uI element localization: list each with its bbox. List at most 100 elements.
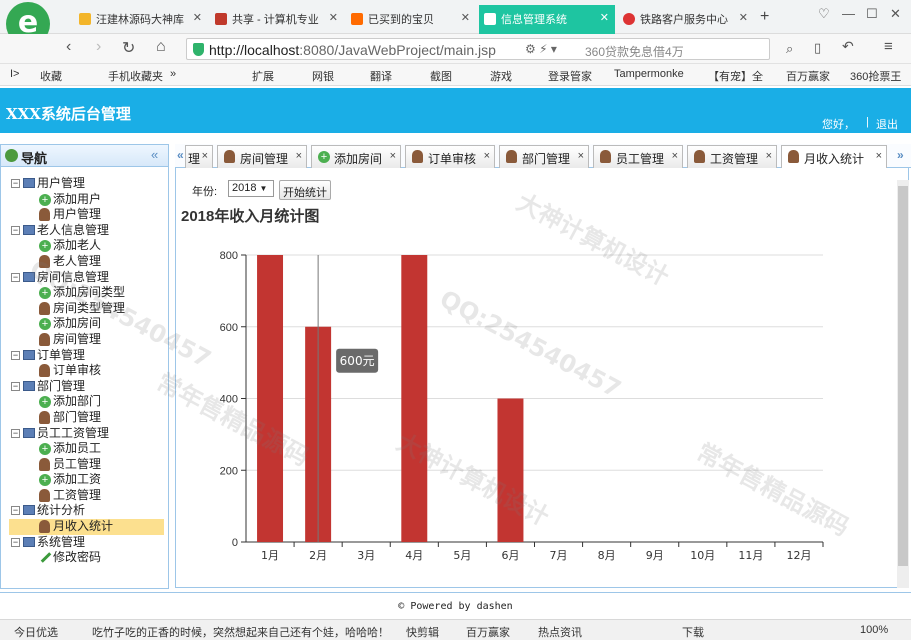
tab-dept-manage[interactable]: 部门管理 × (499, 145, 589, 168)
nav-group-system[interactable]: − 系统管理 (9, 535, 164, 551)
close-icon[interactable]: × (876, 150, 882, 162)
browser-tab[interactable]: 已买到的宝贝 ✕ (346, 5, 476, 34)
bookmark-toggle-icon[interactable]: I> (10, 68, 19, 80)
bookmark-item[interactable]: 截图 (430, 68, 452, 84)
collapse-toggle-icon[interactable]: − (11, 381, 20, 391)
status-item[interactable]: 百万赢家 (466, 624, 510, 640)
nav-item-add-room[interactable]: + 添加房间 (9, 316, 164, 332)
status-item[interactable]: 热点资讯 (538, 624, 582, 640)
tab-salary-manage[interactable]: 工资管理 × (687, 145, 777, 168)
close-icon[interactable]: ✕ (739, 11, 748, 24)
collapse-toggle-icon[interactable]: − (11, 272, 20, 282)
status-news[interactable]: 吃竹子吃的正香的时候，突然想起来自己还有个娃，哈哈哈！ (92, 624, 388, 640)
status-zoom[interactable]: 100% (860, 624, 888, 636)
close-icon[interactable]: ✕ (193, 11, 202, 24)
bookmark-item[interactable]: 手机收藏夹 (108, 68, 163, 84)
bookmark-item[interactable]: 翻译 (370, 68, 392, 84)
new-tab-icon[interactable]: + (760, 8, 769, 26)
browser-tab[interactable]: 铁路客户服务中心 ✕ (618, 5, 754, 34)
start-stat-button[interactable]: 开始统计 (279, 180, 331, 200)
back-icon[interactable]: ‹ (66, 38, 71, 56)
tab-monthly-income[interactable]: 月收入统计 × (781, 145, 887, 169)
nav-item-salary-manage[interactable]: 工资管理 (9, 488, 164, 504)
chevron-right-icon[interactable]: » (170, 68, 176, 80)
close-icon[interactable]: ✕ (329, 11, 338, 24)
url-input[interactable]: http://localhost:8080/JavaWebProject/mai… (186, 38, 770, 60)
bookmark-item[interactable]: 360抢票王 (850, 68, 901, 84)
status-item[interactable]: 下载 (682, 624, 704, 640)
close-icon[interactable]: × (202, 150, 208, 162)
tab-order-review[interactable]: 订单审核 × (405, 145, 495, 168)
bookmark-item[interactable]: 登录管家 (548, 68, 592, 84)
collapse-toggle-icon[interactable]: − (11, 428, 20, 438)
collapse-toggle-icon[interactable]: − (11, 225, 20, 235)
nav-item-user-manage[interactable]: 用户管理 (9, 207, 164, 223)
tab-employee-manage[interactable]: 员工管理 × (593, 145, 683, 168)
bookmark-item[interactable]: 扩展 (252, 68, 274, 84)
bookmark-item[interactable]: 收藏 (40, 68, 62, 84)
maximize-icon[interactable]: ☐ (866, 6, 878, 22)
nav-group-dept[interactable]: − 部门管理 (9, 379, 164, 395)
skin-icon[interactable]: ♡ (818, 6, 830, 22)
nav-item-add-elder[interactable]: + 添加老人 (9, 238, 164, 254)
extension-icons[interactable]: ⚙ ⚡ ▾ (525, 42, 557, 56)
bookmark-item[interactable]: 【有宠】全 (708, 68, 763, 84)
collapse-toggle-icon[interactable]: − (11, 506, 20, 516)
address-hint[interactable]: 360贷款免息借4万 (585, 43, 684, 60)
nav-group-elder[interactable]: − 老人信息管理 (9, 223, 164, 239)
vertical-scrollbar[interactable] (897, 180, 909, 588)
close-icon[interactable]: × (766, 150, 772, 162)
nav-item-add-dept[interactable]: + 添加部门 (9, 394, 164, 410)
year-select[interactable]: 2018 ▼ (228, 180, 274, 197)
mobile-icon[interactable]: ▯ (814, 40, 821, 56)
browser-tab-active[interactable]: 信息管理系统 ✕ (479, 5, 615, 35)
nav-item-employee-manage[interactable]: 员工管理 (9, 457, 164, 473)
status-item[interactable]: 快剪辑 (406, 624, 439, 640)
minimize-icon[interactable]: — (842, 6, 855, 21)
nav-group-stats[interactable]: − 统计分析 (9, 503, 164, 519)
nav-item-elder-manage[interactable]: 老人管理 (9, 254, 164, 270)
nav-group-user[interactable]: − 用户管理 (9, 176, 164, 192)
undo-icon[interactable]: ↶ (842, 38, 854, 55)
forward-icon[interactable]: › (96, 38, 101, 56)
bookmark-item[interactable]: Tampermonke (614, 68, 684, 80)
tabs-scroll-right-icon[interactable]: » (897, 148, 904, 162)
collapse-icon[interactable]: « (151, 147, 158, 162)
tabs-scroll-left-icon[interactable]: « (177, 148, 184, 162)
close-icon[interactable]: × (390, 150, 396, 162)
nav-item-add-salary[interactable]: + 添加工资 (9, 472, 164, 488)
nav-item-room-manage[interactable]: 房间管理 (9, 332, 164, 348)
nav-item-add-employee[interactable]: + 添加员工 (9, 441, 164, 457)
collapse-toggle-icon[interactable]: − (11, 350, 20, 360)
nav-group-order[interactable]: − 订单管理 (9, 348, 164, 364)
bookmark-item[interactable]: 百万赢家 (786, 68, 830, 84)
nav-group-room[interactable]: − 房间信息管理 (9, 270, 164, 286)
window-close-icon[interactable]: ✕ (890, 6, 901, 22)
close-icon[interactable]: ✕ (600, 11, 609, 24)
tab-add-room[interactable]: + 添加房间 × (311, 145, 401, 168)
bookmark-item[interactable]: 网银 (312, 68, 334, 84)
refresh-icon[interactable]: ↻ (122, 38, 135, 58)
collapse-toggle-icon[interactable]: − (11, 179, 20, 188)
browser-tab[interactable]: 共享 - 计算机专业 ✕ (210, 5, 344, 34)
close-icon[interactable]: × (672, 150, 678, 162)
scrollbar-thumb[interactable] (898, 186, 908, 566)
nav-item-add-user[interactable]: + 添加用户 (9, 192, 164, 208)
nav-item-change-password[interactable]: 修改密码 (9, 550, 164, 566)
logout-link[interactable]: 退出 (876, 116, 898, 132)
close-icon[interactable]: × (484, 150, 490, 162)
home-icon[interactable]: ⌂ (156, 38, 166, 56)
tab-partial[interactable]: 理 × (185, 145, 213, 168)
nav-item-room-type-manage[interactable]: 房间类型管理 (9, 301, 164, 317)
close-icon[interactable]: ✕ (461, 11, 470, 24)
nav-item-monthly-income[interactable]: 月收入统计 (9, 519, 164, 535)
nav-item-add-room-type[interactable]: + 添加房间类型 (9, 285, 164, 301)
menu-icon[interactable]: ≡ (884, 38, 893, 55)
nav-item-dept-manage[interactable]: 部门管理 (9, 410, 164, 426)
nav-group-salary[interactable]: − 员工工资管理 (9, 426, 164, 442)
browser-tab[interactable]: 汪建林源码大神库 ✕ (74, 5, 208, 34)
search-icon[interactable]: ⌕ (786, 41, 793, 57)
status-item[interactable]: 今日优选 (14, 624, 58, 640)
collapse-toggle-icon[interactable]: − (11, 537, 20, 547)
bookmark-item[interactable]: 游戏 (490, 68, 512, 84)
